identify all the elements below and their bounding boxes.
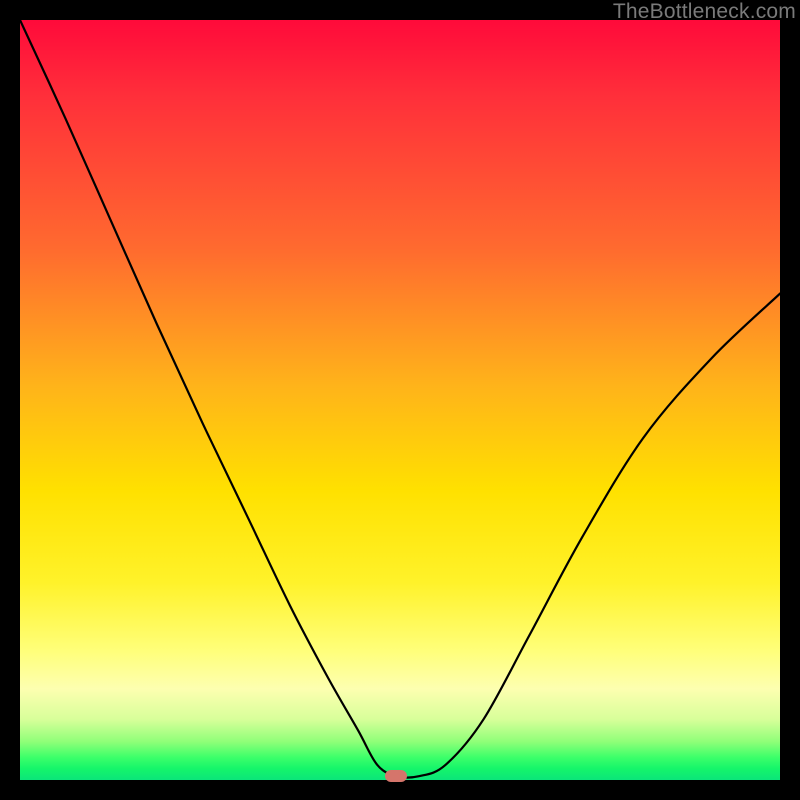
chart-frame	[20, 20, 780, 780]
watermark-text: TheBottleneck.com	[613, 0, 796, 24]
gradient-background	[20, 20, 780, 780]
